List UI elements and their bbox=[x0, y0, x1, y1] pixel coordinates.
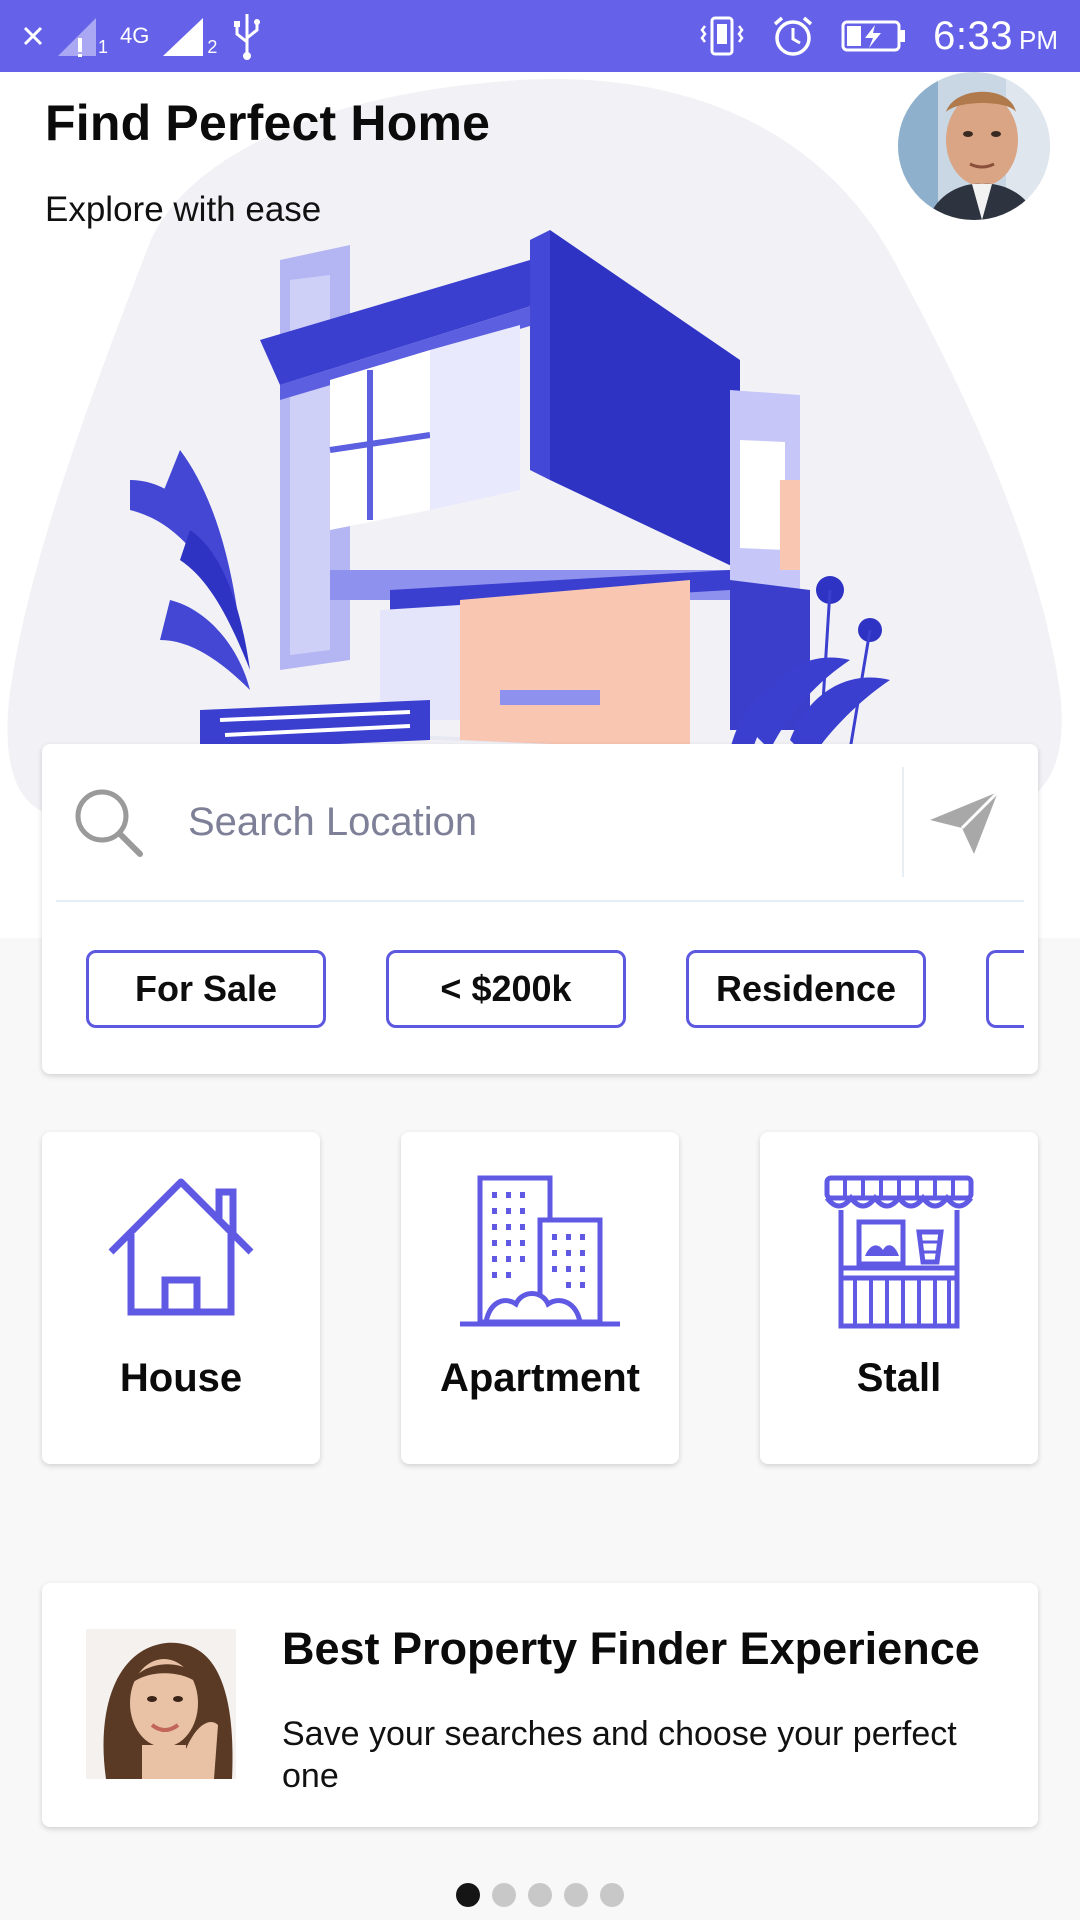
promo-description: Save your searches and choose your perfe… bbox=[282, 1715, 957, 1795]
sim1-label: 1 bbox=[98, 36, 109, 57]
promo-photo bbox=[86, 1629, 236, 1779]
filter-chip-for-sale[interactable]: For Sale bbox=[86, 950, 326, 1028]
search-location-input[interactable] bbox=[188, 799, 868, 845]
filter-chips: For Sale < $200k Residence bbox=[86, 950, 1024, 1030]
category-label-stall: Stall bbox=[856, 1356, 942, 1400]
clock-ampm: PM bbox=[1019, 24, 1058, 55]
page-title: Find Perfect Home bbox=[45, 95, 491, 151]
category-card-apartment[interactable]: Apartment bbox=[401, 1132, 679, 1464]
filter-chip-more[interactable] bbox=[986, 950, 1024, 1028]
signal-sim2-icon bbox=[161, 14, 207, 58]
search-bar bbox=[56, 744, 1024, 902]
send-location-icon[interactable] bbox=[904, 782, 1024, 862]
search-card: For Sale < $200k Residence bbox=[42, 744, 1038, 1074]
clock-time: 6:33 bbox=[933, 13, 1013, 58]
promo-card[interactable]: Best Property Finder Experience Save you… bbox=[42, 1583, 1038, 1827]
alarm-icon bbox=[771, 14, 815, 58]
house-icon bbox=[42, 1172, 320, 1322]
category-label-apartment: Apartment bbox=[439, 1356, 641, 1400]
clock: 6:33 PM bbox=[933, 14, 1058, 59]
network-type-label: 4G bbox=[120, 23, 150, 48]
pager-dot-2[interactable] bbox=[492, 1883, 516, 1907]
close-notification-icon bbox=[22, 25, 44, 47]
filter-chip-residence[interactable]: Residence bbox=[686, 950, 926, 1028]
pager-dot-1[interactable] bbox=[456, 1883, 480, 1907]
pager-dot-4[interactable] bbox=[564, 1883, 588, 1907]
category-label-house: House bbox=[119, 1356, 243, 1400]
battery-charging-icon bbox=[841, 19, 907, 53]
pager-dot-5[interactable] bbox=[600, 1883, 624, 1907]
sim2-label: 2 bbox=[207, 36, 218, 57]
market-stall-icon bbox=[760, 1172, 1038, 1332]
promo-title: Best Property Finder Experience bbox=[282, 1623, 980, 1674]
usb-icon bbox=[229, 12, 265, 60]
house-illustration bbox=[130, 230, 890, 792]
search-icon[interactable] bbox=[70, 784, 160, 860]
status-bar: 1 4G 2 6:33 PM bbox=[0, 0, 1080, 72]
vibrate-icon bbox=[699, 14, 745, 58]
pager-dot-3[interactable] bbox=[528, 1883, 552, 1907]
signal-sim1-icon bbox=[56, 14, 100, 58]
category-card-stall[interactable]: Stall bbox=[760, 1132, 1038, 1464]
apartment-building-icon bbox=[401, 1172, 679, 1332]
filter-chip-price[interactable]: < $200k bbox=[386, 950, 626, 1028]
category-card-house[interactable]: House bbox=[42, 1132, 320, 1464]
carousel-pager bbox=[0, 1883, 1080, 1907]
